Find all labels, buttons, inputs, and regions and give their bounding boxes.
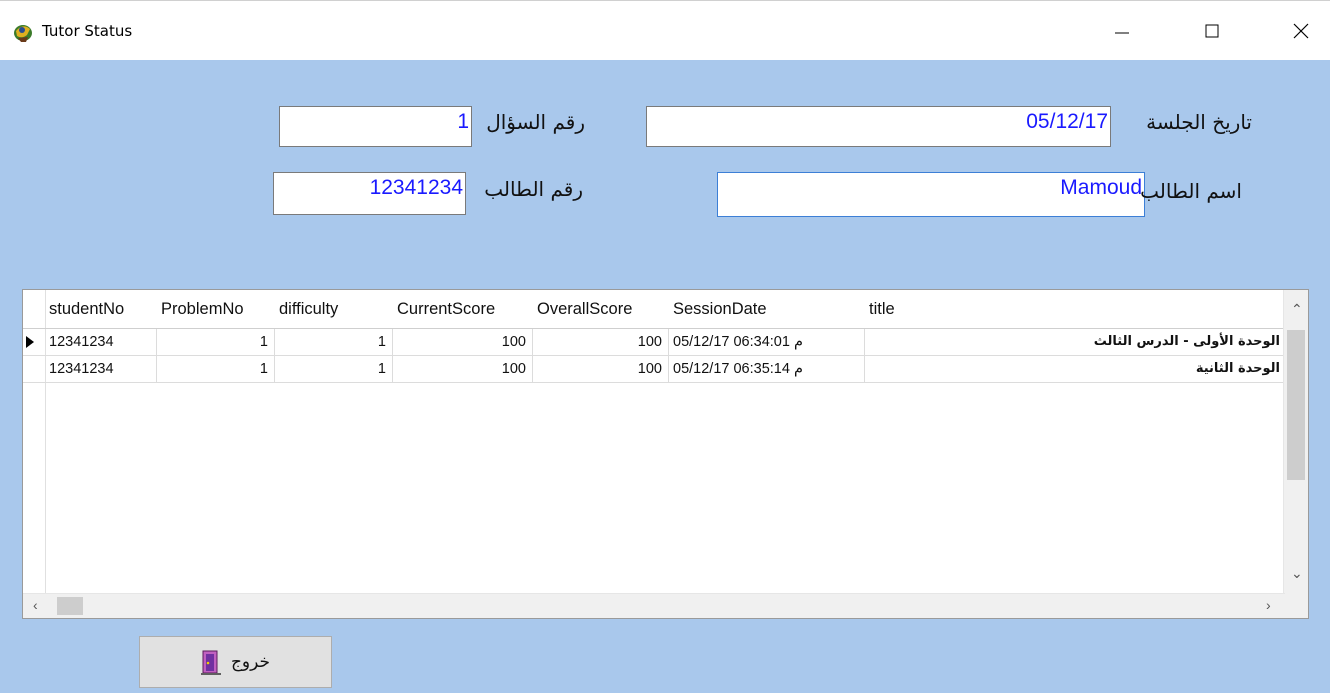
exit-door-icon: [200, 650, 221, 675]
question-number-field[interactable]: 1: [279, 106, 472, 147]
column-header-title[interactable]: title: [865, 290, 1285, 328]
scrollbar-corner: [1284, 594, 1308, 618]
student-name-label: اسم الطالب: [1140, 179, 1242, 203]
column-header-studentNo[interactable]: studentNo: [45, 290, 157, 328]
scroll-down-arrow-icon[interactable]: ⌄: [1291, 566, 1303, 580]
cell-SessionDate[interactable]: 05/12/17 06:35:14 م: [669, 356, 865, 382]
cell-difficulty[interactable]: 1: [275, 356, 393, 382]
cell-title[interactable]: الوحدة الأولى - الدرس الثالث: [865, 329, 1285, 355]
window-title: Tutor Status: [42, 22, 133, 40]
maximize-button[interactable]: [1189, 1, 1235, 61]
cell-SessionDate[interactable]: 05/12/17 06:34:01 م: [669, 329, 865, 355]
status-data-grid[interactable]: studentNo ProblemNo difficulty CurrentSc…: [22, 289, 1309, 619]
close-button[interactable]: [1278, 1, 1324, 61]
student-number-label: رقم الطالب: [484, 177, 583, 201]
student-number-field[interactable]: 12341234: [273, 172, 466, 215]
maximize-icon: [1205, 24, 1219, 38]
question-number-label: رقم السؤال: [486, 110, 585, 134]
exit-button-label: خروج: [230, 652, 271, 672]
cell-studentNo[interactable]: 12341234: [45, 356, 157, 382]
student-name-field[interactable]: Mamoud: [717, 172, 1145, 217]
horizontal-scrollbar[interactable]: ‹ ›: [23, 593, 1285, 618]
session-date-label: تاريخ الجلسة: [1146, 110, 1252, 134]
column-header-difficulty[interactable]: difficulty: [275, 290, 393, 328]
scroll-right-arrow-icon[interactable]: ›: [1266, 598, 1271, 612]
column-header-OverallScore[interactable]: OverallScore: [533, 290, 669, 328]
cell-CurrentScore[interactable]: 100: [393, 356, 533, 382]
cell-CurrentScore[interactable]: 100: [393, 329, 533, 355]
exit-button[interactable]: خروج: [139, 636, 332, 688]
column-header-SessionDate[interactable]: SessionDate: [669, 290, 865, 328]
scroll-left-arrow-icon[interactable]: ‹: [33, 598, 38, 612]
cell-difficulty[interactable]: 1: [275, 329, 393, 355]
scroll-up-arrow-icon[interactable]: ⌃: [1291, 302, 1303, 316]
horizontal-scroll-thumb[interactable]: [57, 597, 83, 615]
grid-header: studentNo ProblemNo difficulty CurrentSc…: [23, 290, 1285, 329]
close-icon: [1293, 23, 1309, 39]
title-bar: Tutor Status: [0, 0, 1330, 60]
column-header-ProblemNo[interactable]: ProblemNo: [157, 290, 275, 328]
cell-OverallScore[interactable]: 100: [533, 356, 669, 382]
table-row[interactable]: 12341234 1 1 100 100 05/12/17 06:35:14 م…: [23, 356, 1285, 383]
minimize-button[interactable]: [1099, 1, 1145, 61]
vertical-scrollbar[interactable]: ⌃ ⌄: [1283, 290, 1308, 595]
cell-ProblemNo[interactable]: 1: [157, 356, 275, 382]
current-row-indicator-icon: [26, 336, 34, 348]
minimize-icon: [1115, 32, 1129, 34]
vertical-scroll-thumb[interactable]: [1287, 330, 1305, 480]
cell-ProblemNo[interactable]: 1: [157, 329, 275, 355]
session-date-field[interactable]: 05/12/17: [646, 106, 1111, 147]
tutor-app-icon: [14, 25, 32, 42]
cell-OverallScore[interactable]: 100: [533, 329, 669, 355]
table-row[interactable]: 12341234 1 1 100 100 05/12/17 06:34:01 م…: [23, 329, 1285, 356]
cell-studentNo[interactable]: 12341234: [45, 329, 157, 355]
column-header-CurrentScore[interactable]: CurrentScore: [393, 290, 533, 328]
cell-title[interactable]: الوحدة الثانية: [865, 356, 1285, 382]
